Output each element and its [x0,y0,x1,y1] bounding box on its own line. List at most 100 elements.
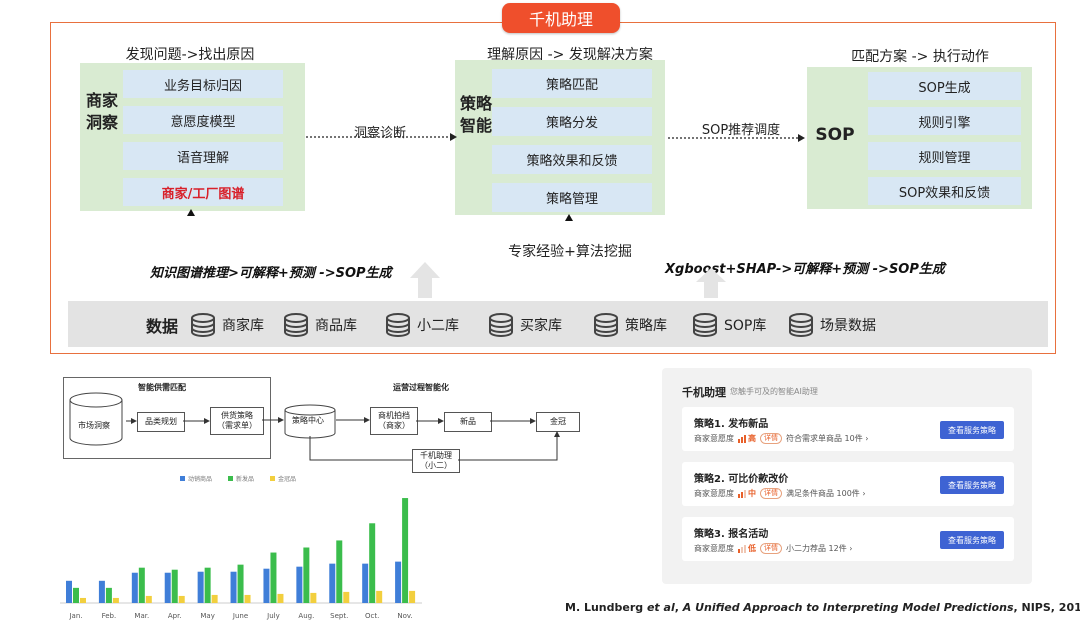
strategy-description[interactable]: 符合需求单商品 10件 › [786,433,868,444]
up-arrow-right [696,268,726,298]
col3-item-3: 规则管理 [868,142,1021,170]
legend-item-2: 新发品 [228,474,254,483]
operation-title: 运营过程智能化 [393,383,449,392]
bar-2-apr [171,569,178,603]
bar-1-june [230,571,237,603]
monthly-bar-chart: Jan. Feb. Mar. Apr. May June July Aug. Sept. Oct.… [60,498,422,620]
x-tick-label: July [266,612,280,620]
bar-3-mar [145,595,152,603]
willingness-label: 商家意愿度 [694,544,734,553]
data-label: 数据 [146,317,179,336]
detail-tag[interactable]: 详情 [760,433,782,444]
assistant-box: 千机助理 （小二） [412,449,460,473]
bar-3-may [211,594,218,603]
new-product-box: 新品 [444,412,492,432]
detail-tag[interactable]: 详情 [760,488,782,499]
strategy-description[interactable]: 小二力荐品 12件 › [786,543,852,554]
view-service-strategy-button[interactable]: 查看服务策略 [940,421,1004,439]
bar-2-aug [303,547,310,603]
bar-2-may [204,567,211,603]
supply-strategy-box: 供货策略 （需求单） [210,407,264,435]
database-label: 小二库 [417,318,459,334]
bar-3-june [244,594,251,603]
strategy-center-label: 策略中心 [292,416,324,425]
view-service-strategy-button[interactable]: 查看服务策略 [940,476,1004,494]
willingness-level: 低 [748,544,756,553]
bar-2-june [237,564,244,603]
up-marker-mid [565,214,573,221]
database-label: 场景数据 [820,318,876,334]
col1-item-2: 意愿度模型 [123,106,283,134]
up-arrow-left [410,262,440,298]
strategy-description[interactable]: 满足条件商品 100件 › [786,488,866,499]
database-icon [789,313,813,337]
database-label: 买家库 [520,318,562,334]
willingness-level: 高 [748,434,756,443]
signal-bars-icon [738,544,746,553]
bar-2-nov [402,498,409,603]
willingness-label: 商家意愿度 [694,434,734,443]
bar-1-oct [362,563,369,603]
willingness-label: 商家意愿度 [694,489,734,498]
x-tick-label: Mar. [134,612,149,620]
x-tick-label: Oct. [365,612,379,620]
bar-3-aug [310,592,317,603]
bar-1-sept [329,563,336,603]
bar-2-sept [336,540,343,603]
x-tick-label: May [200,612,214,620]
market-insight-label: 市场洞察 [78,421,110,430]
detail-tag[interactable]: 详情 [760,543,782,554]
supply-demand-title: 智能供需匹配 [138,383,186,392]
x-tick-label: Jan. [68,612,82,620]
expert-algorithm-note: 专家经验+算法挖掘 [508,244,632,260]
legend-item-1: 动销商品 [180,474,212,483]
bar-3-apr [178,595,185,603]
database-item-5: 策略库 [593,313,667,337]
database-item-1: 商家库 [190,313,264,337]
x-tick-label: Apr. [168,612,182,620]
col3-item-4: SOP效果和反馈 [868,177,1021,205]
strategy-detail-line: 商家意愿度 高详情 符合需求单商品 10件 › [694,433,868,444]
diagram-title: 千机助理 [502,3,620,33]
database-icon [594,313,618,337]
bar-1-nov [395,561,402,603]
arrow2-label: SOP推荐调度 [701,123,781,138]
bar-1-may [197,571,204,603]
col2-item-4: 策略管理 [492,183,652,212]
bar-3-jan [80,597,86,603]
signal-bars-icon [738,489,746,498]
strategy-intelligence-label: 策略智能 [459,94,492,135]
col1-item-1: 业务目标归因 [123,70,283,98]
ai-card-title: 千机助理 [682,386,726,399]
arrow1-label: 洞察诊断 [353,126,406,141]
col2-item-1: 策略匹配 [492,69,652,98]
database-item-7: 场景数据 [788,313,876,337]
x-tick-label: Nov. [397,612,412,620]
strategy-title: 策略2. 可比价款改价 [694,474,789,485]
knowledge-graph-note: 知识图谱推理>可解释+预测 ->SOP生成 [150,266,392,281]
view-service-strategy-button[interactable]: 查看服务策略 [940,531,1004,549]
bar-2-feb [105,587,112,603]
strategy-title: 策略3. 报名活动 [694,529,769,540]
col3-item-1: SOP生成 [868,72,1021,100]
bar-1-apr [164,572,171,603]
legend-label: 动销商品 [188,476,213,483]
strategy-title: 策略1. 发布新品 [694,419,769,430]
citation: M. Lundberg et al, A Unified Approach to… [565,601,1080,614]
database-icon [386,313,410,337]
database-label: 策略库 [625,318,667,334]
database-label: SOP库 [724,318,767,334]
legend-swatch [228,476,234,481]
legend-label: 金冠品 [278,476,297,483]
signal-bars-icon [738,434,746,443]
col3-header: 匹配方案 -> 执行动作 [851,49,989,65]
gold-crown-box: 金冠 [536,412,580,432]
legend-swatch [270,476,276,481]
willingness-level: 中 [748,489,756,498]
x-tick-label: Aug. [298,612,314,620]
col2-item-2: 策略分发 [492,107,652,136]
legend-swatch [180,476,185,481]
up-marker-left [187,209,195,216]
database-item-6: SOP库 [692,313,766,337]
col1-item-4: 商家/工厂图谱 [123,178,283,206]
